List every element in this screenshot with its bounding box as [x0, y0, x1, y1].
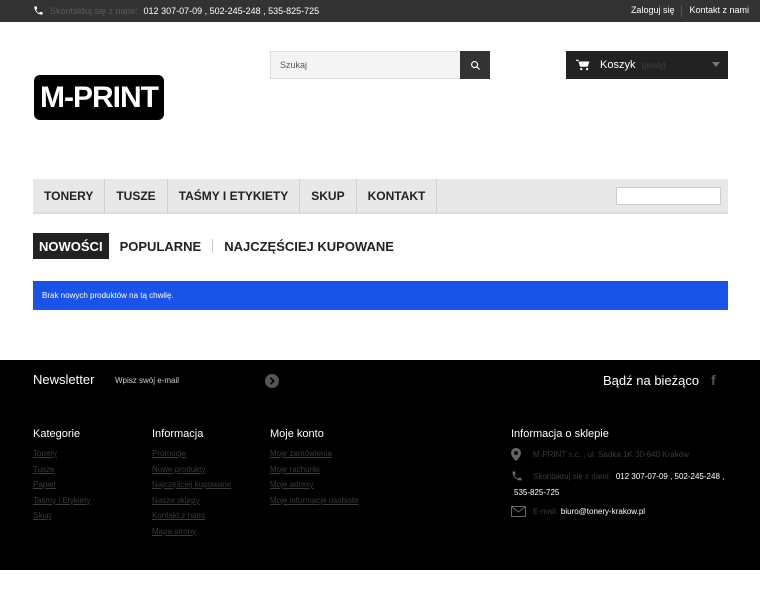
footer-link[interactable]: Nowe produkty: [152, 462, 231, 478]
footer-link[interactable]: Taśmy i Etykiety: [33, 493, 90, 509]
footer-link[interactable]: Skup: [33, 508, 90, 524]
product-tabs: NOWOŚCI POPULARNE NAJCZĘŚCIEJ KUPOWANE: [33, 233, 405, 259]
newsletter-submit-button[interactable]: [265, 374, 279, 388]
tab-popularne[interactable]: POPULARNE: [109, 233, 213, 259]
store-phone-row-2: 535-825-725: [514, 488, 731, 497]
nav-item-kontakt[interactable]: KONTAKT: [357, 179, 438, 212]
login-link[interactable]: Zaloguj się: [631, 5, 675, 17]
top-bar: Skontaktuj się z nami: 012 307-07-09 , 5…: [0, 0, 760, 22]
footer-col-title: Moje konto: [270, 428, 324, 440]
cart-button[interactable]: Koszyk (pusty): [566, 51, 728, 79]
topbar-contact-label: Skontaktuj się z nami:: [50, 5, 138, 16]
store-email-link[interactable]: biuro@tonery-krakow.pl: [561, 507, 645, 516]
chevron-down-icon: [712, 62, 720, 67]
main-nav: TONERY TUSZE TAŚMY I ETYKIETY SKUP KONTA…: [33, 179, 728, 214]
store-info: Informacja o sklepie M-PRINT s.c. , ul. …: [511, 428, 731, 517]
map-pin-icon: [511, 448, 521, 461]
newsletter-email-input[interactable]: Wpisz swój e-mail: [115, 376, 179, 385]
footer-link[interactable]: Tusze: [33, 462, 90, 478]
envelope-icon: [511, 506, 526, 517]
footer-link[interactable]: Najczęściej kupowane: [152, 477, 231, 493]
store-info-title: Informacja o sklepie: [511, 428, 609, 440]
footer: Newsletter Wpisz swój e-mail Bądź na bie…: [0, 360, 760, 570]
footer-link[interactable]: Moje rachunki: [270, 462, 358, 478]
search-icon: [470, 60, 480, 70]
topbar-contact: Skontaktuj się z nami: 012 307-07-09 , 5…: [33, 5, 319, 16]
nav-search-input[interactable]: [616, 187, 721, 205]
store-email-row: E-mail: biuro@tonery-krakow.pl: [511, 506, 731, 517]
logo[interactable]: M-PRINT: [34, 75, 164, 120]
tab-nowosci[interactable]: NOWOŚCI: [33, 233, 109, 259]
cart-icon: [576, 59, 590, 71]
footer-col-title: Informacja: [152, 428, 204, 440]
nav-item-skup[interactable]: SKUP: [300, 179, 357, 212]
store-phones-line2: 535-825-725: [514, 488, 560, 497]
store-call-label: Skontaktuj się z nami:: [533, 471, 611, 481]
tab-najczesciej-kupowane[interactable]: NAJCZĘŚCIEJ KUPOWANE: [213, 233, 405, 259]
phone-icon: [512, 471, 522, 481]
chevron-right-icon: [269, 377, 275, 385]
info-alert: Brak nowych produktów na tą chwilę.: [33, 281, 728, 310]
alert-message: Brak nowych produktów na tą chwilę.: [42, 291, 174, 300]
footer-link[interactable]: Moje zamówienia: [270, 446, 358, 462]
facebook-icon[interactable]: f: [711, 372, 716, 388]
stay-updated-title: Bądź na bieżąco: [603, 373, 700, 388]
search-box: [270, 51, 490, 79]
store-email-label: E-mail:: [533, 507, 558, 516]
newsletter-title: Newsletter: [33, 372, 95, 387]
cart-label: Koszyk: [600, 59, 636, 71]
phone-icon: [34, 6, 43, 15]
cart-status: (pusty): [641, 60, 666, 70]
nav-item-tonery[interactable]: TONERY: [33, 179, 106, 212]
footer-link[interactable]: Moje informacje osobiste: [270, 493, 358, 509]
search-button[interactable]: [460, 51, 490, 79]
topbar-divider: [681, 5, 683, 17]
footer-col-moje-konto: Moje konto Moje zamówienia Moje rachunki…: [270, 428, 358, 508]
contact-link[interactable]: Kontakt z nami: [689, 5, 749, 17]
nav-item-tasmy[interactable]: TAŚMY I ETYKIETY: [168, 179, 301, 212]
search-input[interactable]: [271, 52, 461, 78]
footer-col-informacja: Informacja Promocje Nowe produkty Najczę…: [152, 428, 231, 539]
footer-link[interactable]: Promocje: [152, 446, 231, 462]
footer-link[interactable]: Kontakt z nami: [152, 508, 231, 524]
footer-col-title: Kategorie: [33, 428, 81, 440]
store-phone-row: Skontaktuj się z nami: 012 307-07-09 , 5…: [511, 470, 731, 482]
footer-link[interactable]: Tonery: [33, 446, 90, 462]
nav-item-tusze[interactable]: TUSZE: [105, 179, 168, 212]
footer-col-kategorie: Kategorie Tonery Tusze Papier Taśmy i Et…: [33, 428, 90, 524]
store-address-row: M-PRINT s.c. , ul. Sadka 1K 30-640 Krakó…: [511, 448, 731, 461]
footer-link[interactable]: Nasze sklepy: [152, 493, 231, 509]
page-bottom: [0, 570, 760, 600]
topbar-phones: 012 307-07-09 , 502-245-248 , 535-825-72…: [143, 5, 320, 16]
footer-link[interactable]: Mapa strony: [152, 524, 231, 540]
footer-link[interactable]: Papier: [33, 477, 90, 493]
footer-link[interactable]: Moje adresy: [270, 477, 358, 493]
topbar-links: Zaloguj się Kontakt z nami: [631, 5, 749, 17]
store-phones-line1: 012 307-07-09 , 502-245-248 ,: [615, 471, 725, 481]
store-address: M-PRINT s.c. , ul. Sadka 1K 30-640 Krakó…: [533, 450, 689, 459]
